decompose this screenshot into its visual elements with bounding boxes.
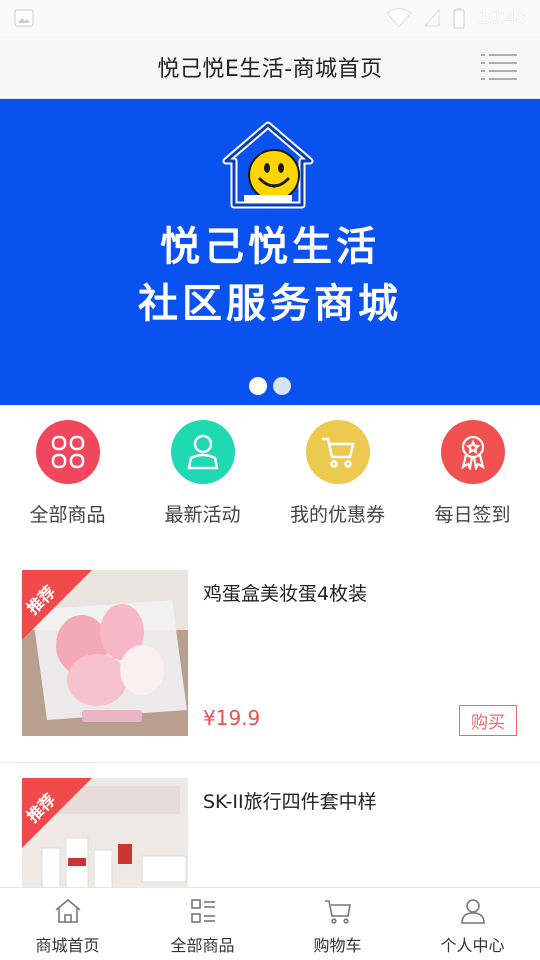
cart-icon: [305, 420, 370, 484]
tab-label: 商城首页: [35, 936, 100, 955]
list-menu-icon: [481, 54, 517, 80]
pagination-dot[interactable]: [273, 377, 291, 395]
recommend-ribbon: 推荐: [22, 570, 92, 640]
tab-label: 购物车: [313, 936, 362, 955]
quick-nav-daily-checkin[interactable]: 每日签到: [405, 405, 540, 540]
user-icon: [460, 899, 485, 924]
product-price: ¥19.9: [203, 706, 261, 730]
grid-icon: [35, 420, 100, 484]
tab-home[interactable]: 商城首页: [0, 888, 135, 960]
pagination-dot-active[interactable]: [249, 377, 267, 395]
quick-nav-latest-events[interactable]: 最新活动: [135, 405, 270, 540]
header-bar: 悦己悦E生活-商城首页: [0, 36, 540, 99]
product-name: 鸡蛋盒美妆蛋4枚装: [203, 583, 368, 605]
product-image: 推荐: [22, 570, 188, 736]
banner-headline: 悦己悦生活: [160, 224, 380, 270]
battery-icon: [452, 7, 466, 29]
recommend-badge: 推荐: [23, 790, 60, 827]
tab-cart[interactable]: 购物车: [270, 888, 405, 960]
tab-label: 个人中心: [440, 936, 505, 955]
quick-nav-label: 每日签到: [434, 504, 511, 526]
home-icon: [54, 898, 81, 923]
tab-profile[interactable]: 个人中心: [405, 888, 540, 960]
quick-nav: 全部商品 最新活动 我的优惠券 每日签到: [0, 405, 540, 540]
house-smiley-logo-icon: [222, 121, 314, 209]
award-icon: [440, 420, 505, 484]
image-icon: [14, 9, 34, 27]
person-icon: [170, 420, 235, 484]
wifi-icon: [386, 8, 413, 28]
tab-all-products[interactable]: 全部商品: [135, 888, 270, 960]
app-screen: 10:43 悦己悦E生活-商城首页 悦己悦生活 社区服务商城 全部商品 最新活动…: [0, 0, 540, 960]
list-menu-button[interactable]: [480, 52, 518, 82]
status-bar: 10:43: [0, 0, 540, 36]
category-list-icon: [190, 899, 215, 923]
recommend-ribbon: 推荐: [22, 778, 92, 848]
quick-nav-my-coupons[interactable]: 我的优惠券: [270, 405, 405, 540]
buy-button[interactable]: 购买: [459, 705, 517, 736]
banner-pagination: [0, 377, 540, 395]
signal-icon: [424, 9, 440, 27]
quick-nav-label: 我的优惠券: [289, 504, 385, 526]
banner-subheadline: 社区服务商城: [138, 281, 402, 327]
product-card[interactable]: 推荐 鸡蛋盒美妆蛋4枚装 ¥19.9 购买: [0, 555, 540, 763]
bottom-tab-bar: 商城首页 全部商品 购物车 个人中心: [0, 887, 540, 960]
quick-nav-label: 全部商品: [29, 504, 106, 526]
promo-banner[interactable]: 悦己悦生活 社区服务商城: [0, 99, 540, 405]
product-name: SK-II旅行四件套中样: [203, 791, 377, 813]
quick-nav-all-products[interactable]: 全部商品: [0, 405, 135, 540]
recommend-badge: 推荐: [23, 582, 60, 619]
page-title: 悦己悦E生活-商城首页: [157, 57, 383, 82]
quick-nav-label: 最新活动: [164, 504, 241, 526]
cart-icon: [324, 900, 351, 924]
status-time: 10:43: [478, 7, 526, 28]
tab-label: 全部商品: [170, 936, 235, 955]
